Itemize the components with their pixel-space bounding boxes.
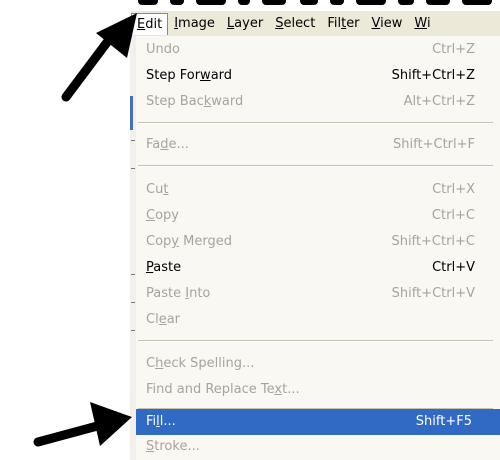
- edge-tick: [131, 140, 135, 141]
- label-post: l...: [159, 414, 176, 429]
- menu-select-label: elect: [283, 16, 316, 31]
- label-post: ward: [211, 94, 244, 109]
- label-pre: Step For: [146, 68, 201, 83]
- label-post: nto: [189, 286, 211, 301]
- menu-item-paste-into[interactable]: Paste Into Shift+Ctrl+V: [136, 281, 493, 307]
- menu-item-fill[interactable]: Fill... Shift+F5: [136, 409, 500, 435]
- menu-layer[interactable]: Layer: [221, 13, 269, 34]
- label-pre: Step Bac: [146, 94, 204, 109]
- edge-tick: [131, 330, 135, 331]
- menu-item-paste-into-shortcut: Shift+Ctrl+V: [391, 286, 475, 301]
- menu-item-stroke-label: Stroke...: [146, 434, 200, 460]
- menu-item-find-replace[interactable]: Find and Replace Text...: [136, 377, 493, 403]
- label-pre: Fa: [146, 137, 161, 152]
- label-accel: w: [200, 68, 211, 83]
- menu-item-paste-into-label: Paste Into: [146, 281, 210, 307]
- menu-view-accel: V: [371, 16, 381, 31]
- menu-bar: Edit Image Layer Select Filter View Wi: [131, 11, 500, 37]
- menu-item-paste-label: Paste: [146, 255, 181, 281]
- label-post: e...: [168, 137, 189, 152]
- menu-window-label: i: [426, 16, 431, 31]
- menu-item-step-backward[interactable]: Step Backward Alt+Ctrl+Z: [136, 89, 493, 115]
- menu-image[interactable]: Image: [168, 13, 221, 34]
- menu-item-fill-label: Fill...: [146, 409, 176, 435]
- menu-item-undo[interactable]: Undo Ctrl+Z: [136, 37, 493, 63]
- menu-item-step-backward-label: Step Backward: [146, 89, 243, 115]
- label-post: eck Spelling...: [163, 356, 255, 371]
- label-post: troke...: [154, 439, 200, 454]
- menu-item-copy-shortcut: Ctrl+C: [431, 208, 475, 223]
- menu-filter-label: er: [346, 16, 360, 31]
- menu-item-undo-label: Undo: [146, 37, 180, 63]
- label-pre: Find and Replace Te: [146, 382, 275, 397]
- menu-item-fade[interactable]: Fade... Shift+Ctrl+F: [136, 132, 493, 158]
- menu-item-copy-merged-label: Copy Merged: [146, 229, 232, 255]
- label-post: ar: [166, 312, 181, 327]
- menu-item-step-forward[interactable]: Step Forward Shift+Ctrl+Z: [136, 63, 493, 89]
- menu-separator: [138, 165, 493, 167]
- menu-item-fade-shortcut: Shift+Ctrl+F: [393, 137, 475, 152]
- label-pre: Cop: [146, 234, 172, 249]
- label-pre: Paste: [146, 286, 186, 301]
- menu-filter[interactable]: Filter: [321, 13, 365, 34]
- menu-item-check-spelling-label: Check Spelling...: [146, 351, 254, 377]
- label-accel: t: [163, 182, 169, 197]
- label-accel: d: [160, 137, 169, 152]
- label-pre: C: [146, 356, 156, 371]
- menu-item-cut-label: Cut: [146, 177, 168, 203]
- menu-edit[interactable]: Edit: [131, 12, 169, 35]
- menu-item-step-forward-label: Step Forward: [146, 63, 232, 89]
- label-accel: x: [274, 382, 283, 397]
- menu-item-copy[interactable]: Copy Ctrl+C: [136, 203, 493, 229]
- menu-view[interactable]: View: [366, 13, 409, 34]
- menu-edit-label: dit: [145, 16, 163, 32]
- menu-item-check-spelling[interactable]: Check Spelling...: [136, 351, 493, 377]
- label-post: ard: [210, 68, 233, 83]
- menu-item-cut-shortcut: Ctrl+X: [432, 182, 475, 197]
- label-post: t...: [282, 382, 300, 397]
- background-selection-sliver: [130, 96, 133, 130]
- label-pre: Cu: [146, 182, 164, 197]
- menu-view-label: iew: [380, 16, 403, 31]
- menu-separator: [138, 340, 493, 342]
- label-accel: e: [158, 312, 167, 327]
- menu-item-stroke[interactable]: Stroke...: [136, 434, 493, 460]
- menu-item-fill-shortcut: Shift+F5: [415, 414, 472, 429]
- menu-item-clear-label: Clear: [146, 307, 180, 333]
- menu-item-undo-text: Undo: [146, 42, 180, 57]
- menu-item-copy-merged[interactable]: Copy Merged Shift+Ctrl+C: [136, 229, 493, 255]
- menu-window[interactable]: Wi: [408, 13, 436, 34]
- menu-window-accel: W: [414, 16, 427, 31]
- menu-item-copy-label: Copy: [146, 203, 179, 229]
- menu-select[interactable]: Select: [269, 13, 321, 34]
- label-accel: y: [171, 234, 179, 249]
- label-pre: Cl: [146, 312, 159, 327]
- menu-separator: [138, 122, 493, 124]
- label-pre: Fi: [146, 414, 157, 429]
- menu-item-step-backward-shortcut: Alt+Ctrl+Z: [403, 94, 475, 109]
- menu-item-find-replace-label: Find and Replace Text...: [146, 377, 300, 403]
- menu-item-clear[interactable]: Clear: [136, 307, 493, 333]
- menu-item-undo-shortcut: Ctrl+Z: [432, 42, 475, 57]
- menu-item-paste-shortcut: Ctrl+V: [432, 260, 475, 275]
- menu-filter-label-pre: Fil: [327, 16, 342, 31]
- menu-item-copy-merged-shortcut: Shift+Ctrl+C: [391, 234, 475, 249]
- edit-menu-dropdown: Undo Ctrl+Z Step Forward Shift+Ctrl+Z St…: [136, 36, 500, 460]
- menu-item-fade-label: Fade...: [146, 132, 189, 158]
- menu-edit-accel: E: [137, 16, 146, 32]
- edge-tick: [131, 302, 135, 303]
- label-post: opy: [155, 208, 179, 223]
- menu-item-paste[interactable]: Paste Ctrl+V: [136, 255, 493, 281]
- menu-item-step-forward-shortcut: Shift+Ctrl+Z: [391, 68, 475, 83]
- menu-item-cut[interactable]: Cut Ctrl+X: [136, 177, 493, 203]
- label-accel: C: [146, 208, 156, 223]
- label-post: aste: [153, 260, 182, 275]
- label-post: Merged: [179, 234, 232, 249]
- edge-tick: [131, 274, 135, 275]
- menu-image-label: mage: [178, 16, 215, 31]
- cropped-heading-fragment: [130, 0, 500, 10]
- edge-tick: [131, 168, 135, 169]
- menu-layer-label: ayer: [234, 16, 264, 31]
